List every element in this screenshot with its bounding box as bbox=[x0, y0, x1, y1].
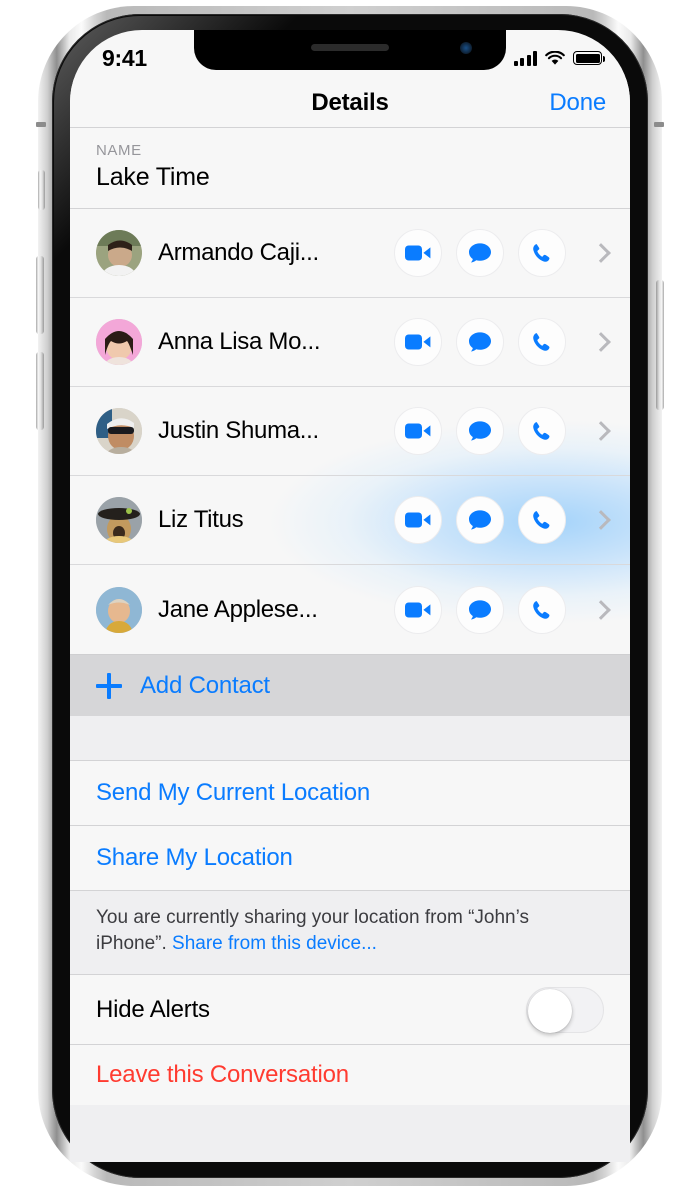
plus-icon bbox=[96, 672, 122, 699]
contact-name: Liz Titus bbox=[158, 506, 244, 533]
done-button[interactable]: Done bbox=[549, 89, 606, 117]
avatar[interactable] bbox=[96, 230, 142, 276]
name-field-value[interactable]: Lake Time bbox=[96, 163, 604, 192]
volume-up-button[interactable] bbox=[36, 256, 44, 334]
chevron-right-icon bbox=[591, 599, 611, 620]
contacts-list: Armando Caji... Anna Lisa Mo... Justin S… bbox=[70, 209, 630, 687]
contact-actions bbox=[394, 585, 611, 634]
avatar[interactable] bbox=[96, 408, 142, 454]
hide-alerts-row[interactable]: Hide Alerts bbox=[70, 975, 630, 1046]
contact-name: Justin Shuma... bbox=[158, 417, 319, 444]
antenna-line-left bbox=[36, 122, 46, 127]
facetime-button[interactable] bbox=[394, 585, 442, 634]
cellular-bars-icon bbox=[513, 50, 537, 66]
antenna-line-right bbox=[654, 122, 664, 127]
contact-actions bbox=[394, 407, 611, 455]
chevron-right-icon bbox=[591, 510, 611, 530]
toggle-knob bbox=[528, 988, 572, 1033]
message-button[interactable] bbox=[456, 585, 504, 634]
message-button[interactable] bbox=[456, 407, 504, 455]
call-button[interactable] bbox=[518, 585, 566, 634]
contact-row[interactable]: Liz Titus bbox=[70, 476, 630, 565]
front-camera-icon bbox=[460, 42, 472, 54]
contact-row[interactable]: Jane Applese... bbox=[70, 565, 630, 654]
contact-row[interactable]: Armando Caji... bbox=[70, 209, 630, 298]
group-name-field[interactable]: NAME Lake Time bbox=[70, 128, 630, 209]
chevron-right-icon bbox=[591, 332, 611, 352]
status-bar-indicators bbox=[513, 50, 605, 66]
leave-conversation-button[interactable]: Leave this Conversation bbox=[70, 1045, 630, 1106]
avatar[interactable] bbox=[96, 319, 142, 365]
navigation-bar: Details Done bbox=[70, 78, 630, 128]
details-content: NAME Lake Time Armando Caji... Anna Lisa… bbox=[70, 128, 630, 1162]
facetime-button[interactable] bbox=[394, 318, 442, 366]
hide-alerts-toggle[interactable] bbox=[526, 986, 604, 1033]
message-button[interactable] bbox=[456, 318, 504, 366]
name-field-label: NAME bbox=[96, 142, 142, 159]
side-power-button[interactable] bbox=[656, 280, 664, 410]
contact-name: Anna Lisa Mo... bbox=[158, 328, 321, 355]
chevron-right-icon bbox=[591, 421, 611, 441]
facetime-button[interactable] bbox=[394, 229, 442, 277]
wifi-icon bbox=[545, 50, 565, 66]
contact-actions bbox=[394, 496, 611, 544]
notch bbox=[194, 30, 506, 70]
call-button[interactable] bbox=[518, 407, 566, 455]
contact-name: Armando Caji... bbox=[158, 239, 319, 266]
location-sharing-note: You are currently sharing your location … bbox=[70, 891, 630, 976]
contact-actions bbox=[394, 229, 611, 277]
status-bar-time: 9:41 bbox=[102, 44, 147, 71]
add-contact-label: Add Contact bbox=[140, 671, 270, 699]
call-button[interactable] bbox=[518, 318, 566, 366]
contact-row[interactable]: Justin Shuma... bbox=[70, 387, 630, 476]
location-group: Send My Current Location Share My Locati… bbox=[70, 760, 630, 976]
avatar[interactable] bbox=[96, 497, 142, 543]
volume-down-button[interactable] bbox=[36, 352, 44, 430]
section-gap bbox=[70, 716, 630, 760]
contact-row[interactable]: Anna Lisa Mo... bbox=[70, 298, 630, 387]
chevron-right-icon bbox=[591, 243, 611, 263]
call-button[interactable] bbox=[518, 229, 566, 277]
message-button[interactable] bbox=[456, 229, 504, 277]
ringer-switch-button[interactable] bbox=[38, 170, 45, 210]
avatar[interactable] bbox=[96, 586, 142, 633]
device-stage: 9:41 Details Done NAME Lake Time Armando… bbox=[0, 0, 700, 1186]
share-from-this-device-link[interactable]: Share from this device... bbox=[172, 933, 377, 954]
message-button[interactable] bbox=[456, 496, 504, 544]
battery-full-icon bbox=[573, 51, 605, 65]
earpiece-speaker-icon bbox=[311, 44, 389, 51]
hide-alerts-label: Hide Alerts bbox=[96, 995, 210, 1023]
facetime-button[interactable] bbox=[394, 496, 442, 544]
contact-name: Jane Applese... bbox=[158, 595, 318, 623]
call-button[interactable] bbox=[518, 496, 566, 544]
add-contact-button[interactable]: Add Contact bbox=[70, 654, 630, 716]
facetime-button[interactable] bbox=[394, 407, 442, 455]
send-current-location-button[interactable]: Send My Current Location bbox=[70, 761, 630, 826]
share-my-location-button[interactable]: Share My Location bbox=[70, 826, 630, 891]
phone-screen: 9:41 Details Done NAME Lake Time Armando… bbox=[70, 30, 630, 1162]
contact-actions bbox=[394, 318, 611, 366]
page-title: Details bbox=[311, 88, 389, 116]
